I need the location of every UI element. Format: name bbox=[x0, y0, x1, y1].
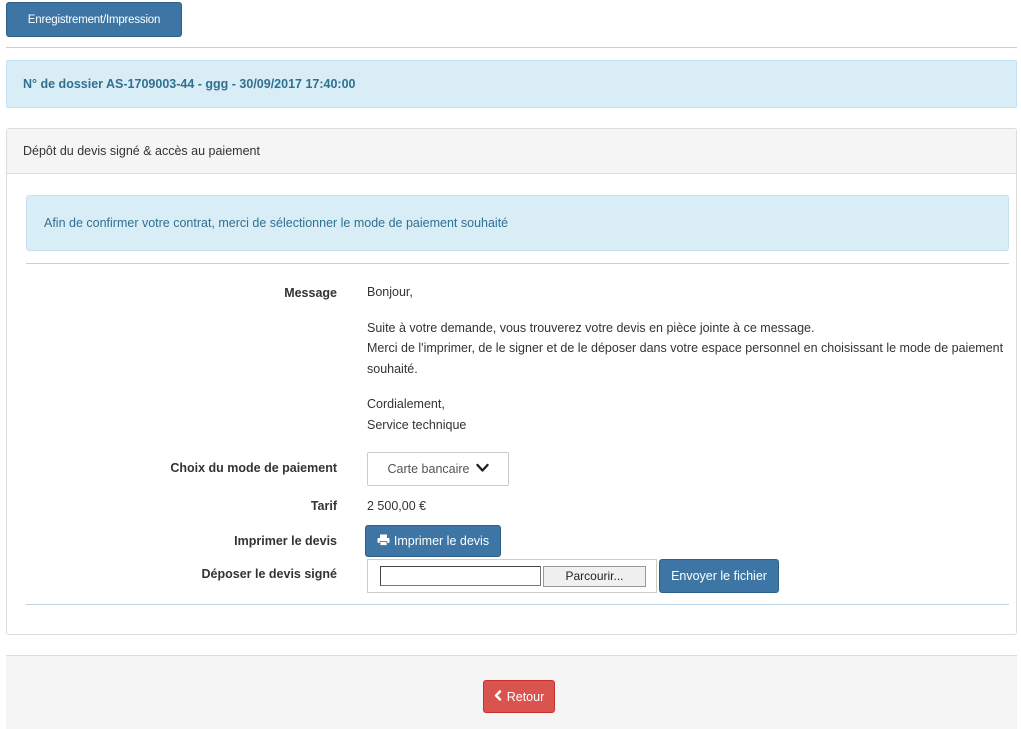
printer-icon bbox=[377, 534, 390, 549]
upload-quote-label: Déposer le devis signé bbox=[201, 567, 337, 581]
print-quote-button-label: Imprimer le devis bbox=[393, 534, 490, 548]
message-greeting: Bonjour, bbox=[367, 285, 413, 299]
form-divider-bottom bbox=[26, 604, 1009, 605]
chevron-left-icon bbox=[494, 689, 502, 704]
payment-mode-select[interactable]: Carte bancaire bbox=[367, 452, 509, 486]
tarif-value: 2 500,00 € bbox=[367, 499, 427, 513]
tarif-label: Tarif bbox=[310, 499, 337, 513]
message-closing: Cordialement, bbox=[367, 397, 445, 411]
back-button[interactable]: Retour bbox=[483, 680, 555, 713]
payment-mode-label: Choix du mode de paiement bbox=[170, 461, 337, 475]
message-line: Suite à votre demande, vous trouverez vo… bbox=[367, 320, 815, 335]
save-print-button[interactable]: Enregistrement/Impression bbox=[6, 2, 182, 37]
message-line: Merci de l'imprimer, de le signer et de … bbox=[367, 341, 1004, 376]
dossier-header: N° de dossier AS-1709003-44 - ggg - 30/0… bbox=[6, 60, 1017, 108]
form-divider-top bbox=[26, 263, 1009, 264]
message-signature: Service technique bbox=[367, 417, 467, 432]
top-divider bbox=[6, 47, 1017, 48]
message-label: Message bbox=[284, 286, 337, 300]
info-alert: Afin de confirmer votre contrat, merci d… bbox=[26, 195, 1009, 251]
send-file-button[interactable]: Envoyer le fichier bbox=[659, 559, 779, 593]
print-quote-button[interactable]: Imprimer le devis bbox=[365, 525, 501, 557]
file-path-field[interactable] bbox=[380, 566, 541, 586]
browse-button[interactable]: Parcourir... bbox=[543, 565, 646, 587]
info-text: Afin de confirmer votre contrat, merci d… bbox=[44, 216, 509, 230]
payment-mode-value: Carte bancaire bbox=[387, 462, 470, 476]
footer-bar: Retour bbox=[6, 655, 1017, 729]
message-body: Bonjour, Suite à votre demande, vous tro… bbox=[367, 282, 1007, 435]
payment-panel: Dépôt du devis signé & accès au paiement… bbox=[6, 128, 1017, 635]
panel-heading: Dépôt du devis signé & accès au paiement bbox=[7, 129, 1016, 174]
panel-title: Dépôt du devis signé & accès au paiement bbox=[23, 144, 260, 158]
print-quote-label: Imprimer le devis bbox=[234, 534, 337, 548]
file-input[interactable]: Parcourir... bbox=[367, 559, 657, 593]
dossier-title: N° de dossier AS-1709003-44 - ggg - 30/0… bbox=[23, 77, 356, 91]
back-button-label: Retour bbox=[506, 689, 545, 704]
chevron-down-icon bbox=[475, 462, 489, 476]
